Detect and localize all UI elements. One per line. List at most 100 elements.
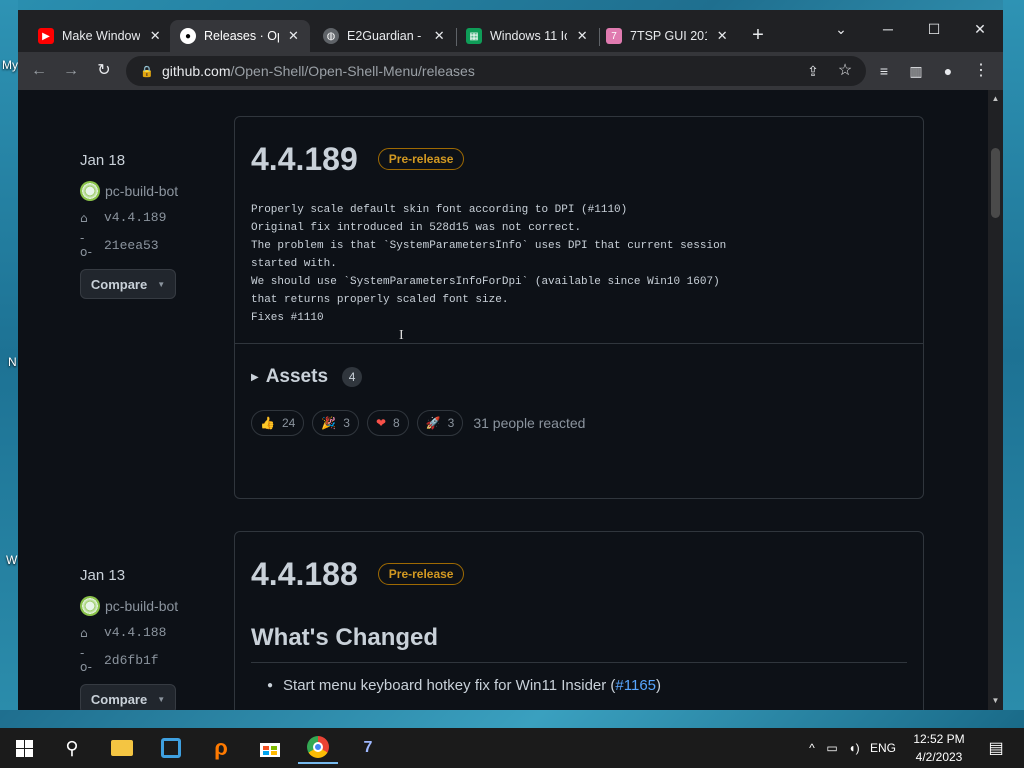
close-icon[interactable]: ✕ [715, 28, 729, 44]
scroll-up-icon[interactable]: ▲ [988, 94, 1003, 103]
reaction-heart[interactable]: ❤ 8 [366, 410, 409, 436]
tab-title: Windows 11 Ic [490, 29, 568, 43]
maximize-button[interactable]: ☐ [919, 16, 949, 42]
release-header: 4.4.189 Pre-release [235, 117, 923, 201]
scroll-down-icon[interactable]: ▼ [988, 696, 1003, 705]
desktop-icon-label[interactable]: W [6, 553, 17, 567]
notification-icon[interactable]: ▤ [976, 732, 1016, 764]
bookmark-star-icon[interactable]: ☆ [832, 58, 858, 84]
close-icon[interactable]: ✕ [575, 28, 589, 44]
close-icon[interactable]: ✕ [148, 28, 162, 44]
issue-link[interactable]: #1165 [615, 677, 656, 694]
author-name[interactable]: pc-build-bot [105, 598, 178, 614]
release-date: Jan 13 [80, 567, 126, 584]
github-icon: ● [180, 28, 196, 44]
reaction-rocket[interactable]: 🚀 3 [416, 410, 464, 436]
tab-bar: ▶ Make Window ✕ ● Releases · Ope ✕ ◍ E2G… [18, 10, 1003, 52]
media-control-icon[interactable]: ≡ [871, 58, 897, 84]
file-explorer-icon[interactable] [102, 732, 142, 764]
reaction-thumbs-up[interactable]: 👍 24 [251, 410, 305, 436]
rocket-icon: 🚀 [425, 416, 441, 430]
lock-icon[interactable]: 🔒 [140, 65, 154, 78]
tab-windows11[interactable]: ▦ Windows 11 Ic ✕ [456, 20, 599, 52]
assets-toggle[interactable]: ▶ Assets 4 [235, 344, 923, 410]
minimize-button[interactable]: ─ [873, 16, 903, 42]
note-line: The problem is that `SystemParametersInf… [251, 240, 727, 252]
reaction-count: 3 [447, 416, 455, 430]
new-tab-button[interactable]: + [746, 24, 770, 47]
release-commit[interactable]: -o- 2d6fb1f [80, 646, 178, 674]
desktop-icon-label[interactable]: N [8, 355, 17, 369]
release-commit[interactable]: -o- 21eea53 [80, 231, 178, 259]
release-notes: Properly scale default skin font accordi… [235, 201, 923, 327]
search-app-icon[interactable]: ρ [201, 732, 241, 764]
reaction-hooray[interactable]: 🎉 3 [312, 410, 359, 436]
store-icon[interactable] [250, 732, 290, 764]
taskbar-clock[interactable]: 12:52 PM 4/2/2023 [906, 730, 972, 766]
reload-button[interactable]: ↻ [91, 58, 117, 84]
release-meta: Jan 18 pc-build-bot ⌂ v4.4.189 -o- 21eea… [80, 152, 178, 299]
menu-kebab-icon[interactable]: ⋮ [968, 58, 994, 84]
chevron-up-icon[interactable]: ^ [803, 741, 821, 755]
release-version[interactable]: 4.4.188 [251, 556, 358, 593]
tag-label[interactable]: v4.4.188 [104, 625, 166, 640]
release-tag[interactable]: ⌂ v4.4.188 [80, 625, 178, 640]
release-author[interactable]: pc-build-bot [80, 181, 178, 201]
close-window-button[interactable]: ✕ [965, 16, 995, 42]
globe-icon: ◍ [323, 28, 339, 44]
address-bar[interactable]: 🔒 github.com/Open-Shell/Open-Shell-Menu/… [126, 56, 866, 86]
note-line: Original fix introduced in 528d15 was no… [251, 222, 582, 234]
note-line: started with. [251, 258, 337, 270]
tab-search-chevron-icon[interactable]: ⌄ [826, 16, 856, 42]
tag-label[interactable]: v4.4.189 [104, 210, 166, 225]
back-button[interactable]: ← [26, 58, 52, 84]
forward-button[interactable]: → [58, 58, 84, 84]
party-popper-icon: 🎉 [321, 416, 337, 430]
search-icon[interactable]: ⚲ [52, 732, 92, 764]
clock-time: 12:52 PM [913, 732, 965, 746]
author-name[interactable]: pc-build-bot [105, 183, 178, 199]
tab-e2guardian[interactable]: ◍ E2Guardian - A ✕ [313, 20, 456, 52]
reaction-count: 8 [393, 416, 400, 430]
avatar[interactable] [80, 181, 100, 201]
scroll-thumb[interactable] [991, 148, 1000, 218]
vscode-style-app-icon[interactable] [151, 732, 191, 764]
list-item: ● Start menu keyboard hotkey fix for Win… [235, 677, 923, 694]
change-text-close: ) [656, 677, 662, 694]
start-button[interactable] [4, 732, 44, 764]
chrome-icon[interactable] [298, 732, 338, 764]
profile-icon[interactable]: ● [935, 58, 961, 84]
release-tag[interactable]: ⌂ v4.4.189 [80, 210, 178, 225]
volume-icon[interactable]: ◖) [843, 741, 865, 755]
share-icon[interactable]: ⇪ [800, 58, 826, 84]
commit-icon: -o- [80, 231, 92, 259]
side-panel-icon[interactable]: ▥ [903, 58, 929, 84]
commit-hash[interactable]: 21eea53 [104, 238, 159, 253]
compare-label: Compare [90, 691, 148, 707]
page-scrollbar[interactable]: ▲ ▼ [988, 90, 1003, 710]
7tsp-taskbar-icon[interactable]: 7 [348, 732, 388, 764]
url-host: github.com [162, 63, 231, 79]
avatar[interactable] [80, 596, 100, 616]
desktop-icon-label[interactable]: My [2, 58, 18, 72]
language-indicator[interactable]: ENG [865, 741, 901, 755]
tab-title: E2Guardian - A [347, 29, 425, 43]
text-cursor-icon: I [399, 328, 404, 343]
note-line: We should use `SystemParametersInfoForDp… [251, 276, 720, 288]
thumbs-up-icon: 👍 [260, 416, 275, 430]
url-path: /Open-Shell/Open-Shell-Menu/releases [230, 63, 475, 79]
compare-button[interactable]: Compare ▼ [80, 269, 176, 299]
compare-button[interactable]: Compare ▼ [80, 684, 176, 710]
commit-hash[interactable]: 2d6fb1f [104, 653, 159, 668]
tab-7tsp[interactable]: 7 7TSP GUI 2019 ✕ [596, 20, 739, 52]
reaction-count: 24 [281, 416, 296, 430]
network-icon[interactable]: ▭ [821, 741, 843, 755]
tab-youtube[interactable]: ▶ Make Window ✕ [28, 20, 172, 52]
close-icon[interactable]: ✕ [287, 28, 300, 44]
close-icon[interactable]: ✕ [432, 28, 446, 44]
folder-icon [111, 740, 133, 756]
tab-releases[interactable]: ● Releases · Ope ✕ [170, 20, 310, 52]
assets-title[interactable]: Assets [266, 366, 328, 388]
release-version[interactable]: 4.4.189 [251, 141, 358, 178]
release-author[interactable]: pc-build-bot [80, 596, 178, 616]
